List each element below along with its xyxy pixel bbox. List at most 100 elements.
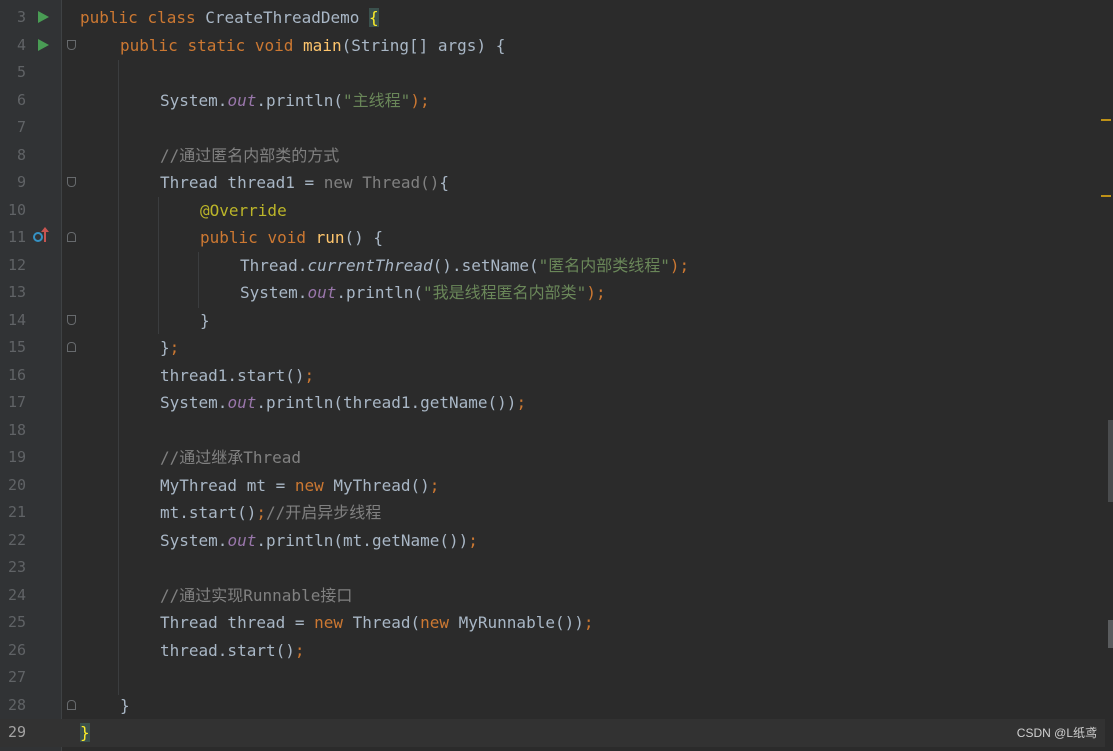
code-line-18[interactable]: 18	[0, 417, 1105, 445]
comment: //通过继承Thread	[160, 448, 302, 467]
line-number: 11	[7, 228, 26, 246]
code-line-28[interactable]: 28 }	[0, 692, 1105, 720]
code-part: System.	[160, 393, 228, 412]
code-line-11[interactable]: 11 public void run() {	[0, 224, 1105, 252]
code-line-7[interactable]: 7	[0, 114, 1105, 142]
code-line-5[interactable]: 5	[0, 59, 1105, 87]
static-method: currentThread	[307, 256, 433, 275]
code-line-20[interactable]: 20 MyThread mt = new MyThread();	[0, 472, 1105, 500]
keyword: class	[147, 8, 196, 27]
line-number: 23	[7, 558, 26, 576]
code-part: Thread thread =	[160, 613, 315, 632]
static-field: out	[227, 531, 257, 550]
code-line-15[interactable]: 15 };	[0, 334, 1105, 362]
code-line-27[interactable]: 27	[0, 664, 1105, 692]
code-text: System.out.println(mt.getName());	[160, 527, 478, 555]
code-part: MyThread()	[323, 476, 430, 495]
fold-icon[interactable]	[67, 342, 76, 352]
code-part: Thread thread1 =	[160, 173, 324, 192]
run-gutter-icon[interactable]	[38, 11, 49, 23]
code-text: System.out.println("我是线程匿名内部类");	[240, 279, 606, 307]
line-number: 24	[7, 586, 26, 604]
code-line-10[interactable]: 10 @Override	[0, 197, 1105, 225]
code-part: thread1.start()	[160, 366, 305, 385]
line-number: 25	[7, 613, 26, 631]
code-line-4[interactable]: 4 public static void main(String[] args)…	[0, 32, 1105, 60]
code-text: Thread.currentThread().setName("匿名内部类线程"…	[240, 252, 689, 280]
line-number: 26	[7, 641, 26, 659]
code-line-17[interactable]: 17 System.out.println(thread1.getName())…	[0, 389, 1105, 417]
fold-icon[interactable]	[67, 177, 76, 187]
line-number: 4	[16, 36, 26, 54]
code-part: .println(thread1.getName())	[256, 393, 517, 412]
scrollbar-warning-marker[interactable]	[1101, 195, 1111, 197]
code-text: }	[80, 719, 90, 747]
code-line-9[interactable]: 9 Thread thread1 = new Thread(){	[0, 169, 1105, 197]
code-line-24[interactable]: 24 //通过实现Runnable接口	[0, 582, 1105, 610]
run-gutter-icon[interactable]	[38, 39, 49, 51]
code-line-29[interactable]: 29 }	[0, 719, 1105, 747]
brace-match: {	[369, 8, 379, 27]
code-line-14[interactable]: 14 }	[0, 307, 1105, 335]
code-line-19[interactable]: 19 //通过继承Thread	[0, 444, 1105, 472]
static-field: out	[307, 283, 337, 302]
code-text: }	[200, 311, 210, 330]
code-line-26[interactable]: 26 thread.start();	[0, 637, 1105, 665]
code-line-3[interactable]: 3 public class CreateThreadDemo {	[0, 4, 1105, 32]
code-line-12[interactable]: 12 Thread.currentThread().setName("匿名内部类…	[0, 252, 1105, 280]
code-part: System.	[160, 531, 228, 550]
code-part: MyRunnable())	[449, 613, 584, 632]
code-text: public void run() {	[200, 224, 383, 252]
keyword: void	[267, 228, 306, 247]
watermark: CSDN @L纸鸢	[1016, 726, 1097, 740]
line-number: 8	[16, 146, 26, 164]
line-number: 16	[7, 366, 26, 384]
code-line-21[interactable]: 21 mt.start();//开启异步线程	[0, 499, 1105, 527]
code-part: ().setName(	[432, 256, 539, 275]
line-number: 20	[7, 476, 26, 494]
code-line-23[interactable]: 23	[0, 554, 1105, 582]
code-part: .println(	[336, 283, 424, 302]
code-part: thread.start()	[160, 641, 295, 660]
code-line-6[interactable]: 6 System.out.println("主线程");	[0, 87, 1105, 115]
scrollbar-warning-marker[interactable]	[1101, 119, 1111, 121]
static-field: out	[227, 393, 257, 412]
fold-icon[interactable]	[67, 232, 76, 242]
code-line-16[interactable]: 16 thread1.start();	[0, 362, 1105, 390]
code-text: System.out.println(thread1.getName());	[160, 389, 526, 417]
code-line-25[interactable]: 25 Thread thread = new Thread(new MyRunn…	[0, 609, 1105, 637]
code-line-13[interactable]: 13 System.out.println("我是线程匿名内部类");	[0, 279, 1105, 307]
code-part: System.	[160, 91, 228, 110]
code-part: mt.start()	[160, 503, 257, 522]
override-method-icon[interactable]	[33, 227, 49, 243]
code-part: .println(mt.getName())	[256, 531, 469, 550]
string-literal: "匿名内部类线程"	[538, 256, 670, 275]
semicolon: ;	[304, 366, 315, 385]
semicolon: ;	[429, 476, 440, 495]
fold-icon[interactable]	[67, 315, 76, 325]
line-number: 5	[16, 63, 26, 81]
line-number: 28	[7, 696, 26, 714]
code-rest: (String[] args) {	[341, 36, 506, 55]
line-number: 14	[7, 311, 26, 329]
code-part: () {	[344, 228, 384, 247]
semicolon: ;	[294, 641, 305, 660]
scrollbar-thumb[interactable]	[1108, 420, 1113, 502]
code-part: {	[439, 173, 449, 192]
comment: //开启异步线程	[265, 503, 382, 522]
line-number: 17	[7, 393, 26, 411]
fold-icon[interactable]	[67, 700, 76, 710]
code-text: public static void main(String[] args) {	[120, 32, 505, 60]
semicolon: ;	[583, 613, 594, 632]
code-editor[interactable]: 3 public class CreateThreadDemo { 4 publ…	[0, 0, 1113, 751]
semicolon: ;	[256, 503, 266, 522]
code-line-22[interactable]: 22 System.out.println(mt.getName());	[0, 527, 1105, 555]
code-text: }	[120, 696, 130, 715]
line-number: 9	[16, 173, 26, 191]
code-part: );	[669, 256, 690, 275]
code-part: );	[410, 91, 430, 110]
code-line-8[interactable]: 8 //通过匿名内部类的方式	[0, 142, 1105, 170]
keyword: void	[254, 36, 294, 55]
fold-icon[interactable]	[67, 40, 76, 50]
scrollbar-position[interactable]	[1108, 620, 1113, 648]
